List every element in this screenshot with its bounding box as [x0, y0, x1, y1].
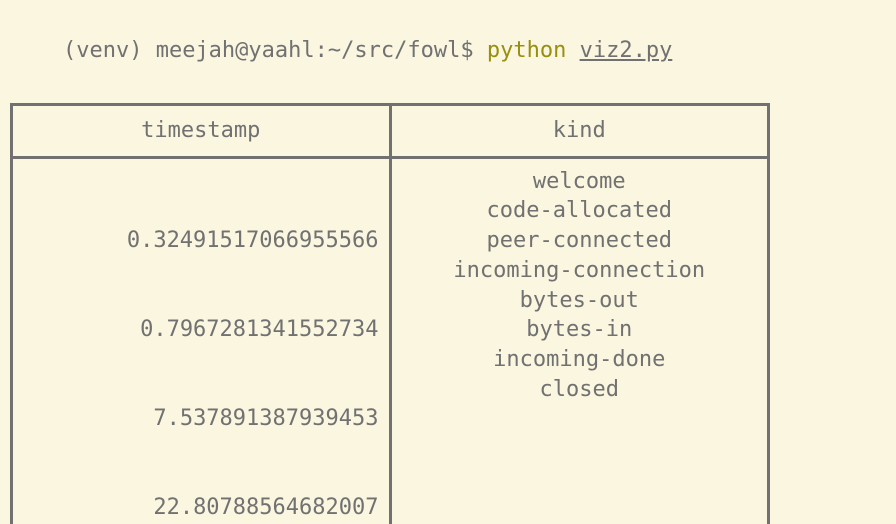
cell-timestamp: 0.32491517066955566 0.7967281341552734 7… [12, 157, 391, 524]
output-table-wrap: timestamp kind 0.32491517066955566 0.796… [0, 99, 896, 524]
cell-kind: welcome code-allocated peer-connected in… [390, 157, 769, 524]
venv-indicator: (venv) [63, 38, 156, 63]
col-header-kind: kind [390, 105, 769, 158]
col-header-timestamp: timestamp [12, 105, 391, 158]
cwd-path: :~/src/fowl$ [315, 38, 474, 63]
prompt-line-1: (venv) meejah@yaahl:~/src/fowl$ python v… [0, 0, 896, 99]
output-table: timestamp kind 0.32491517066955566 0.796… [10, 103, 770, 524]
user-host: meejah@yaahl [156, 38, 315, 63]
command-name: python [487, 38, 566, 63]
command-arg: viz2.py [580, 38, 673, 63]
